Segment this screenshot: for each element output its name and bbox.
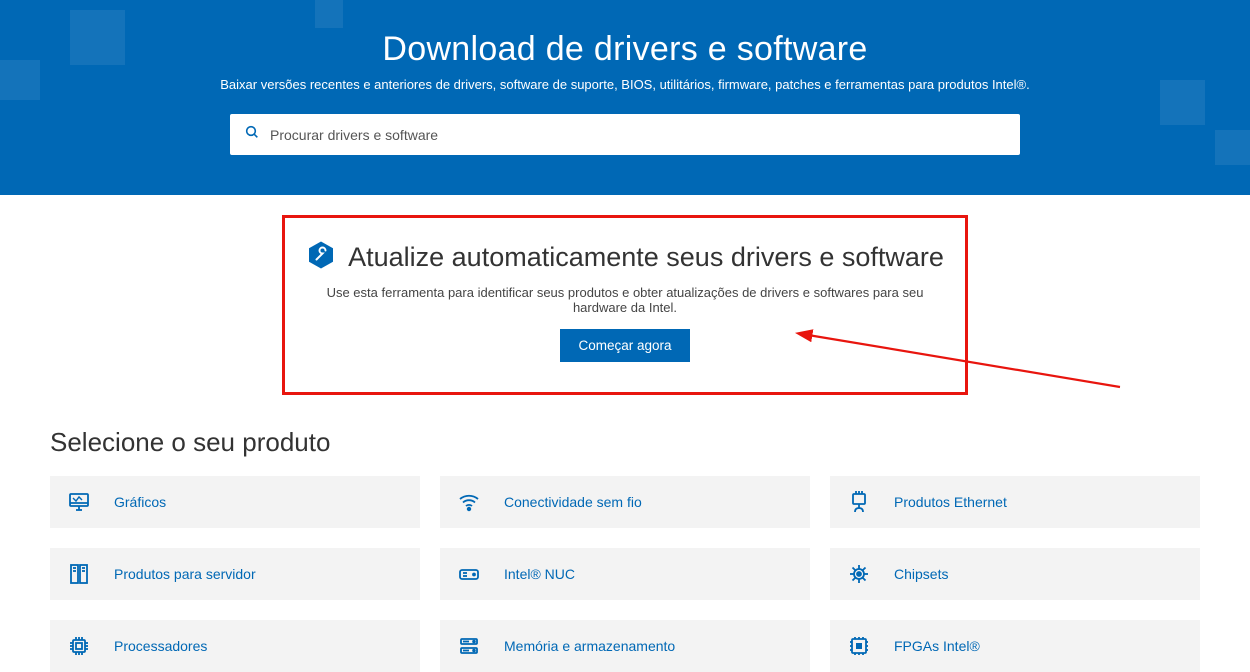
decor-square	[1160, 80, 1205, 125]
card-label: Produtos para servidor	[114, 566, 256, 582]
chipset-icon	[846, 562, 872, 586]
card-label: Processadores	[114, 638, 207, 654]
auto-update-heading: Atualize automaticamente seus drivers e …	[348, 242, 944, 273]
server-icon	[66, 562, 92, 586]
card-label: Produtos Ethernet	[894, 494, 1007, 510]
page-title: Download de drivers e software	[0, 30, 1250, 69]
product-card-processors[interactable]: Processadores	[50, 620, 420, 672]
start-now-button[interactable]: Começar agora	[560, 329, 689, 362]
nuc-icon	[456, 562, 482, 586]
decor-square	[315, 0, 343, 28]
product-card-ethernet[interactable]: Produtos Ethernet	[830, 476, 1200, 528]
product-card-nuc[interactable]: Intel® NUC	[440, 548, 810, 600]
product-grid: Gráficos Conectividade sem fio Produtos …	[50, 476, 1200, 672]
card-label: FPGAs Intel®	[894, 638, 980, 654]
product-card-wireless[interactable]: Conectividade sem fio	[440, 476, 810, 528]
decor-square	[1215, 130, 1250, 165]
monitor-icon	[66, 490, 92, 514]
product-card-server[interactable]: Produtos para servidor	[50, 548, 420, 600]
auto-update-description: Use esta ferramenta para identificar seu…	[301, 285, 949, 315]
decor-square	[70, 10, 125, 65]
auto-update-panel: Atualize automaticamente seus drivers e …	[282, 215, 968, 395]
product-card-graphics[interactable]: Gráficos	[50, 476, 420, 528]
product-card-chipsets[interactable]: Chipsets	[830, 548, 1200, 600]
ethernet-icon	[846, 490, 872, 514]
card-label: Gráficos	[114, 494, 166, 510]
card-label: Chipsets	[894, 566, 948, 582]
select-product-title: Selecione o seu produto	[50, 427, 1200, 458]
product-card-memory[interactable]: Memória e armazenamento	[440, 620, 810, 672]
search-input[interactable]	[270, 127, 1006, 143]
card-label: Conectividade sem fio	[504, 494, 642, 510]
wifi-icon	[456, 490, 482, 514]
fpga-icon	[846, 634, 872, 658]
wrench-icon	[306, 240, 336, 275]
product-card-fpga[interactable]: FPGAs Intel®	[830, 620, 1200, 672]
card-label: Intel® NUC	[504, 566, 575, 582]
search-icon	[244, 124, 260, 145]
decor-square	[0, 60, 40, 100]
card-label: Memória e armazenamento	[504, 638, 675, 654]
storage-icon	[456, 634, 482, 658]
hero-banner: Download de drivers e software Baixar ve…	[0, 0, 1250, 195]
cpu-icon	[66, 634, 92, 658]
search-bar[interactable]	[230, 114, 1020, 155]
page-subtitle: Baixar versões recentes e anteriores de …	[0, 77, 1250, 92]
